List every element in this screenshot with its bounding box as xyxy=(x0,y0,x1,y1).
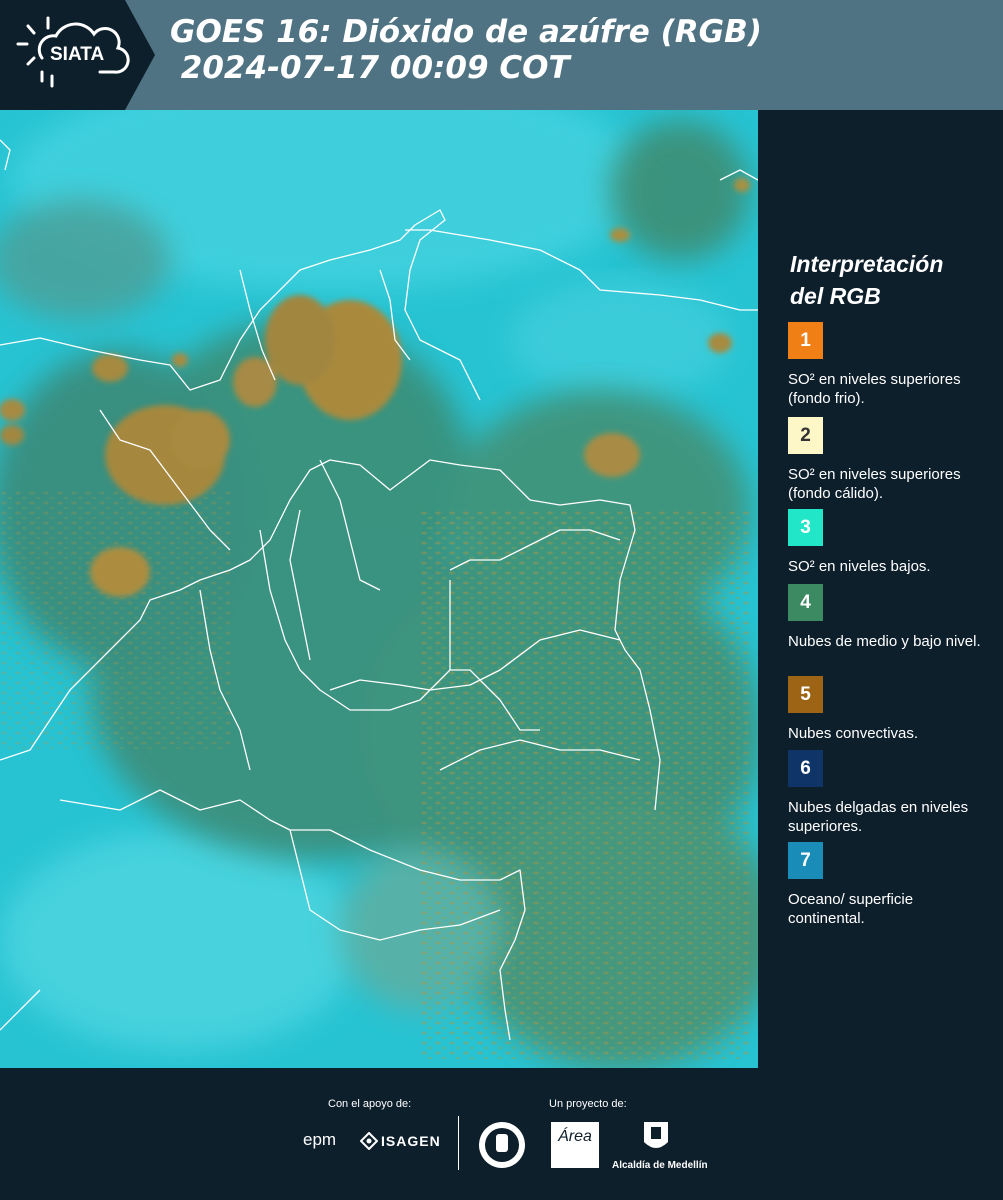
legend-item-2: 2 SO² en niveles superiores (fondo cálid… xyxy=(788,417,988,503)
siata-brand-text: SIATA xyxy=(50,44,105,65)
epm-logo: epm xyxy=(303,1130,337,1149)
legend-label: Nubes convectivas. xyxy=(788,725,919,742)
footer-bar: Con el apoyo de: Un proyecto de: epm ISA… xyxy=(0,1068,1003,1200)
title-line-1: GOES 16: Dióxido de azúfre (RGB) xyxy=(170,14,762,50)
legend-title-line-2: del RGB xyxy=(790,283,881,309)
legend-label: Nubes delgadas en niveles superiores. xyxy=(788,799,969,835)
legend-swatch: 2 xyxy=(788,417,823,454)
isagen-logo: ISAGEN xyxy=(381,1133,441,1149)
project-label: Un proyecto de: xyxy=(549,1098,627,1110)
legend-title: Interpretación del RGB xyxy=(790,248,943,312)
legend-swatch: 5 xyxy=(788,676,823,713)
header-bar: SIATA GOES 16: Dióxido de azúfre (RGB) 2… xyxy=(0,0,1003,110)
area-metropolitana-logo: Área xyxy=(551,1122,599,1168)
legend-item-4: 4 Nubes de medio y bajo nivel. xyxy=(788,584,988,651)
title-line-2: 2024-07-17 00:09 COT xyxy=(170,50,570,86)
satellite-map xyxy=(0,110,758,1068)
alcaldia-label: Alcaldía de Medellín xyxy=(612,1160,708,1171)
footer-divider xyxy=(458,1116,459,1170)
legend-item-3: 3 SO² en niveles bajos. xyxy=(788,509,988,576)
legend-title-line-1: Interpretación xyxy=(790,251,944,277)
legend-label: Nubes de medio y bajo nivel. xyxy=(788,633,981,650)
legend-swatch: 1 xyxy=(788,322,823,359)
support-label: Con el apoyo de: xyxy=(328,1098,412,1110)
satellite-image xyxy=(0,110,758,1068)
medellin-seal-icon xyxy=(479,1122,525,1168)
legend-swatch: 3 xyxy=(788,509,823,546)
legend-item-6: 6 Nubes delgadas en niveles superiores. xyxy=(788,750,988,836)
legend-item-5: 5 Nubes convectivas. xyxy=(788,676,988,743)
legend-item-1: 1 SO² en niveles superiores (fondo frio)… xyxy=(788,322,988,408)
legend-panel: Interpretación del RGB 1 SO² en niveles … xyxy=(760,110,1003,1068)
legend-label: SO² en niveles superiores (fondo cálido)… xyxy=(788,466,961,502)
legend-swatch: 4 xyxy=(788,584,823,621)
legend-label: SO² en niveles superiores (fondo frio). xyxy=(788,371,961,407)
legend-swatch: 7 xyxy=(788,842,823,879)
legend-swatch: 6 xyxy=(788,750,823,787)
isagen-logo-icon xyxy=(360,1132,378,1150)
legend-label: SO² en niveles bajos. xyxy=(788,558,931,575)
legend-label: Oceano/ superficie continental. xyxy=(788,891,914,927)
legend-item-7: 7 Oceano/ superficie continental. xyxy=(788,842,988,928)
alcaldia-shield-icon xyxy=(644,1122,668,1148)
page-title: GOES 16: Dióxido de azúfre (RGB) 2024-07… xyxy=(170,14,762,86)
